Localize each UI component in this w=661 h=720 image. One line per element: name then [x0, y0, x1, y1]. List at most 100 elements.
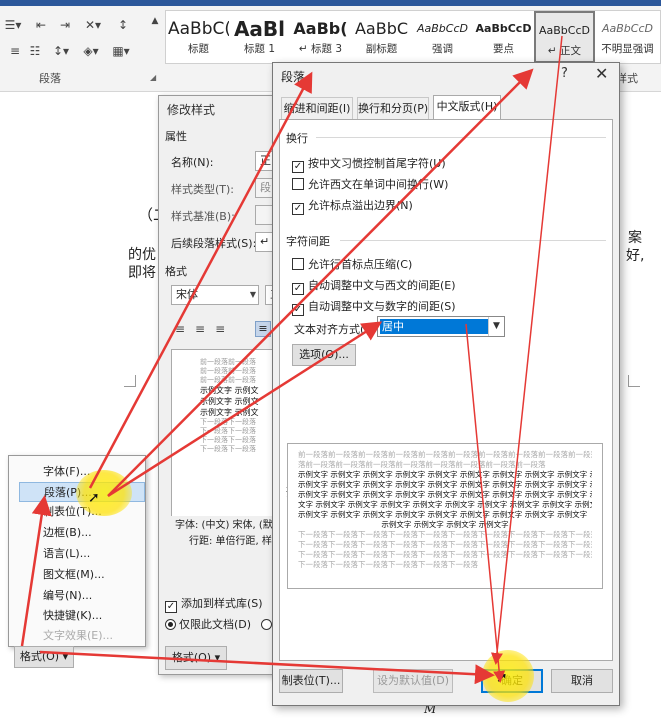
gallery-scroll-icon[interactable]: ▲ — [147, 10, 163, 32]
style-strong[interactable]: AaBbCcD 要点 — [473, 11, 534, 63]
page-corner-mark — [124, 375, 136, 387]
font-select[interactable]: 宋体 — [171, 285, 259, 305]
menu-item-border[interactable]: 边框(B)... — [43, 523, 92, 543]
styles-gallery: AaBbC( 标题 AaBl 标题 1 AaBb( ↵ 标题 3 AaBbC 副… — [165, 10, 661, 64]
mouse-cursor-icon: ➚ — [496, 670, 508, 686]
style-heading1[interactable]: AaBl 标题 1 — [229, 11, 290, 63]
description-line: 字体: (中文) 宋体, (默 — [175, 520, 273, 531]
auto-space-digits-option[interactable]: ✓ 自动调整中文与数字的间距(S) — [292, 298, 456, 316]
dialog-title: 修改样式 — [167, 103, 216, 117]
paragraph-preview: 前一段落前一段落前一段落前一段落前一段落前一段落前一段落前一段落前一段落前一段落… — [287, 443, 603, 589]
compress-punct-option[interactable]: 允许行首标点压缩(C) — [292, 256, 412, 272]
word-wrap-option[interactable]: 允许西文在单词中间换行(W) — [292, 176, 448, 192]
preview-before-line: 前一段落前一段落前一段落前一段落前一段落前一段落前一段落前一段落前一段落前一段落… — [298, 450, 592, 459]
preview-after-line: 下一段落下一段落下一段落下一段落下一段落下一段落 — [298, 560, 478, 569]
chinese-layout-icon[interactable]: ✕▾ — [82, 16, 104, 34]
tab-indents-spacing[interactable]: 缩进和间距(I) — [281, 97, 353, 119]
kinsoku-option[interactable]: ✓ 按中文习惯控制首尾字符(U) — [292, 155, 446, 173]
add-to-gallery-option[interactable]: ✓ 添加到样式库(S) — [165, 595, 263, 613]
bullets-icon[interactable]: ☰▾ — [2, 16, 24, 34]
style-subtitle[interactable]: AaBbC 副标题 — [351, 11, 412, 63]
style-title[interactable]: AaBbC( 标题 — [168, 11, 229, 63]
doc-line1-left: 的优 — [128, 247, 156, 263]
text-alignment-value: 居中 — [380, 319, 488, 334]
justify-icon[interactable]: ≡ — [255, 321, 271, 337]
paragraph-launcher-icon[interactable]: ◢ — [150, 73, 156, 82]
auto-space-digits-label: 自动调整中文与数字的间距(S) — [308, 300, 456, 313]
chevron-down-icon[interactable]: ▼ — [488, 317, 504, 336]
auto-space-latin-option[interactable]: ✓ 自动调整中文与西文的间距(E) — [292, 277, 456, 295]
dialog-title: 段落 — [281, 70, 306, 84]
set-default-button[interactable]: 设为默认值(D) — [373, 669, 453, 693]
compress-punct-checkbox[interactable] — [292, 258, 304, 270]
style-sample: AaBbC( — [168, 19, 229, 39]
auto-space-latin-checkbox[interactable]: ✓ — [292, 283, 304, 295]
style-heading3[interactable]: AaBb( ↵ 标题 3 — [290, 11, 351, 63]
preview-before-line: 落前一段落前一段落前一段落前一段落前一段落前一段落前一段落前一段落 — [298, 460, 546, 469]
auto-space-digits-checkbox[interactable]: ✓ — [292, 304, 304, 316]
hanging-punct-option[interactable]: ✓ 允许标点溢出边界(N) — [292, 197, 413, 215]
format-button[interactable]: 格式(O) ▾ — [165, 646, 227, 670]
menu-item-language[interactable]: 语言(L)... — [43, 544, 90, 564]
style-name: 副标题 — [365, 43, 398, 55]
kinsoku-checkbox[interactable]: ✓ — [292, 161, 304, 173]
sort-icon[interactable]: ↕ — [112, 16, 134, 34]
doc-line2-left: 即将 — [128, 265, 156, 281]
preview-sample-line: 文字 示例文字 示例文字 示例文字 示例文字 示例文字 示例文字 示例文字 示例… — [298, 500, 592, 509]
hanging-punct-checkbox[interactable]: ✓ — [292, 203, 304, 215]
style-normal[interactable]: AaBbCcD ↵ 正文 — [534, 11, 595, 63]
menu-item-frame[interactable]: 图文框(M)... — [43, 565, 105, 585]
cancel-button[interactable]: 取消 — [551, 669, 613, 693]
borders-icon[interactable]: ▦▾ — [110, 42, 132, 60]
mouse-cursor-icon: ➚ — [88, 490, 100, 506]
tab-asian-typography[interactable]: 中文版式(H) — [433, 95, 501, 120]
text-alignment-select[interactable]: 居中 ▼ — [377, 316, 505, 337]
tab-line-page-breaks[interactable]: 换行和分页(P) — [357, 97, 429, 119]
ribbon-title-strip — [0, 0, 661, 6]
preview-sample-line: 示例文字 示例文字 示例文字 示例文字 示例文字 示例文字 示例文字 示例文字 … — [298, 490, 592, 499]
preview-sample-line: 示例文字 示例文字 示例文字 示例文字 — [381, 520, 509, 529]
align-distributed-icon[interactable]: ≡ — [4, 42, 26, 60]
based-on-label: 样式基准(B): — [171, 210, 235, 223]
menu-item-shortcut-key[interactable]: 快捷键(K)... — [43, 606, 102, 626]
preview-after-line: 下一段落下一段落下一段落下一段落下一段落下一段落下一段落下一段落下一段落下一段落 — [298, 540, 592, 549]
style-name: 标题 — [188, 43, 209, 55]
add-to-gallery-checkbox[interactable]: ✓ — [165, 601, 177, 613]
options-button[interactable]: 选项(O)... — [292, 344, 356, 366]
menu-item-text-effects[interactable]: 文字效果(E)... — [43, 626, 113, 646]
distribute-icon[interactable]: ☷ — [24, 42, 46, 60]
increase-indent-icon[interactable]: ⇥ — [54, 16, 76, 34]
cursor-highlight-spot — [76, 470, 132, 516]
font-dropdown-icon[interactable]: ▼ — [247, 286, 259, 304]
doc-line2-right: 好, — [626, 248, 645, 264]
preview-after-line: 下一段落下一段落下一段落下一段落下一段落下一段落下一段落下一段落下一段落下一段落 — [298, 550, 592, 559]
style-sample: AaBbCcD — [417, 22, 468, 35]
name-label: 名称(N): — [171, 156, 214, 169]
format-menu-button[interactable]: 格式(O) ▾ — [14, 646, 74, 668]
decrease-indent-icon[interactable]: ⇤ — [30, 16, 52, 34]
char-spacing-section-title: 字符间距 — [286, 235, 330, 248]
only-this-document-option[interactable]: 仅限此文档(D) — [165, 616, 275, 632]
auto-space-latin-label: 自动调整中文与西文的间距(E) — [308, 279, 456, 292]
paragraph-dialog: 段落 ? ✕ 缩进和间距(I) 换行和分页(P) 中文版式(H) 换行 ✓ 按中文… — [272, 62, 620, 706]
style-subtle-emphasis[interactable]: AaBbCcD 不明显强调 — [597, 11, 658, 63]
close-button[interactable]: ✕ — [595, 64, 608, 83]
menu-item-numbering[interactable]: 编号(N)... — [43, 586, 92, 606]
preview-sample-line: 示例文字 示例文字 示例文字 示例文字 示例文字 示例文字 示例文字 示例文字 … — [298, 510, 588, 519]
description-line: 行距: 单倍行距, 样 — [189, 536, 272, 547]
only-this-document-radio[interactable] — [165, 619, 176, 630]
alignment-icons[interactable]: ≡≡≡ — [175, 322, 235, 336]
style-name: 标题 1 — [243, 43, 276, 55]
help-button[interactable]: ? — [561, 66, 568, 81]
line-spacing-icon[interactable]: ↕▾ — [50, 42, 72, 60]
shading-icon[interactable]: ◈▾ — [80, 42, 102, 60]
hanging-punct-label: 允许标点溢出边界(N) — [308, 199, 413, 212]
new-documents-radio[interactable] — [260, 619, 272, 630]
word-wrap-checkbox[interactable] — [292, 178, 304, 190]
tabs-button[interactable]: 制表位(T)... — [279, 669, 343, 693]
style-emphasis[interactable]: AaBbCcD 强调 — [412, 11, 473, 63]
preview-sample-line: 示例文字 示例文字 示例文字 示例文字 示例文字 示例文字 示例文字 示例文字 … — [298, 470, 592, 479]
style-name: 要点 — [493, 43, 514, 55]
compress-punct-label: 允许行首标点压缩(C) — [308, 258, 413, 271]
format-section-label: 格式 — [165, 265, 187, 278]
